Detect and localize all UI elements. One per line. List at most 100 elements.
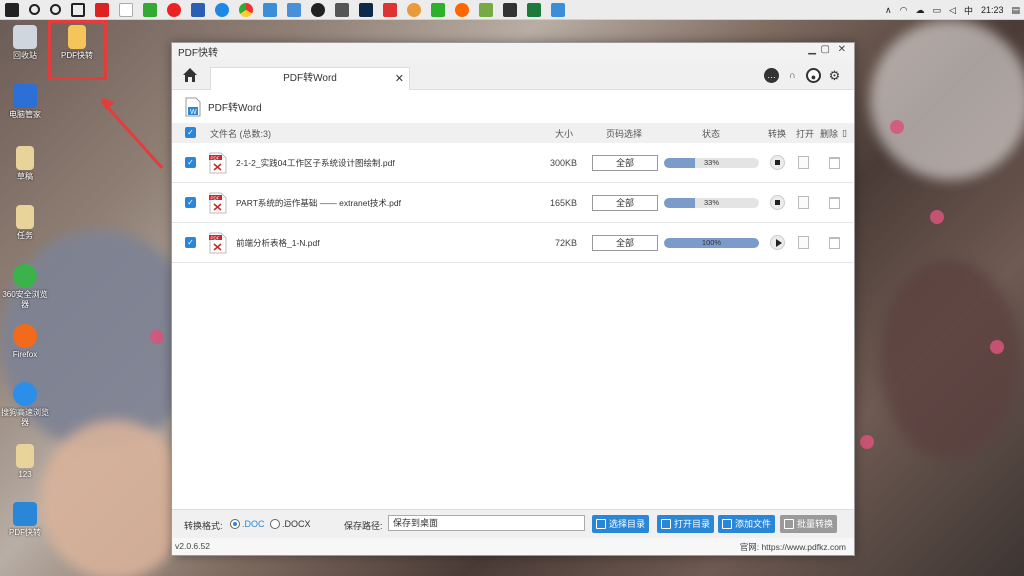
radio-doc-label[interactable]: .DOC bbox=[242, 519, 265, 529]
cloud-tray-icon[interactable]: ☁ bbox=[916, 5, 925, 16]
radio-docx[interactable] bbox=[270, 519, 280, 529]
stop-button[interactable] bbox=[770, 195, 785, 210]
table-row[interactable]: ✓ PDF 2-1-2_实践04工作区子系统设计图绘制.pdf 300KB 全部… bbox=[172, 143, 854, 183]
browser-icon[interactable] bbox=[95, 2, 109, 17]
svg-text:PDF: PDF bbox=[211, 155, 220, 160]
table-row[interactable]: ✓ PDF 前端分析表格_1-N.pdf 72KB 全部 100% bbox=[172, 223, 854, 263]
desktop-icon-sogou-browser[interactable]: 搜狗高速浏览器 bbox=[0, 382, 50, 428]
baidu-icon[interactable] bbox=[263, 2, 277, 17]
open-file-icon[interactable] bbox=[798, 236, 809, 249]
desktop-icon-recycle-bin[interactable]: 回收站 bbox=[0, 25, 50, 61]
status-bar: v2.0.6.52 官网: https://www.pdfkz.com bbox=[172, 538, 854, 555]
tool-icon[interactable] bbox=[287, 2, 301, 17]
wallpaper-blossom bbox=[990, 340, 1004, 354]
word-icon[interactable] bbox=[191, 2, 205, 17]
desktop-icon-123[interactable]: 123 bbox=[0, 444, 50, 480]
volume-icon[interactable]: ◁ bbox=[949, 5, 956, 16]
page-title: PDF转Word bbox=[208, 103, 262, 114]
vpn-icon[interactable] bbox=[503, 2, 517, 17]
play-button[interactable] bbox=[770, 235, 785, 250]
game-icon[interactable] bbox=[143, 2, 157, 17]
search-icon[interactable] bbox=[29, 4, 40, 15]
table-row[interactable]: ✓ PDF PART系统的运作基础 —— extranet技术.pdf 165K… bbox=[172, 183, 854, 223]
document-icon bbox=[16, 444, 34, 468]
firefox-icon bbox=[13, 324, 37, 348]
save-path-input[interactable]: 保存到桌面 bbox=[388, 515, 585, 531]
tab-pdf-to-word[interactable]: PDF转Word ✕ bbox=[210, 67, 410, 90]
delete-icon[interactable] bbox=[829, 196, 840, 209]
page-range-select[interactable]: 全部 bbox=[592, 234, 658, 251]
minimize-button[interactable]: ▁ bbox=[808, 44, 816, 55]
excel-icon[interactable] bbox=[527, 2, 541, 17]
start-icon[interactable] bbox=[5, 2, 19, 17]
notification-icon[interactable]: ▤ bbox=[1011, 5, 1020, 16]
open-file-icon[interactable] bbox=[798, 196, 809, 209]
row-checkbox[interactable]: ✓ bbox=[185, 237, 196, 248]
title-bar: PDF快转 bbox=[172, 43, 854, 60]
row-checkbox[interactable]: ✓ bbox=[185, 197, 196, 208]
column-size: 大小 bbox=[555, 128, 574, 139]
desktop-icon-task[interactable]: 任务 bbox=[0, 205, 50, 241]
radio-docx-label[interactable]: .DOCX bbox=[282, 519, 311, 529]
wallpaper-shape bbox=[40, 420, 190, 576]
desktop-icon-pc-manager[interactable]: 电脑管家 bbox=[0, 84, 50, 120]
radio-doc[interactable] bbox=[230, 519, 240, 529]
user-icon[interactable]: ● bbox=[806, 68, 821, 83]
weibo-icon[interactable] bbox=[167, 2, 181, 17]
row-checkbox[interactable]: ✓ bbox=[185, 157, 196, 168]
home-icon[interactable] bbox=[182, 67, 198, 83]
maximize-button[interactable]: ▢ bbox=[821, 44, 830, 55]
firefox-icon[interactable] bbox=[455, 2, 469, 17]
app-icon[interactable] bbox=[383, 2, 397, 17]
word-icon: W bbox=[184, 97, 202, 117]
page-range-select[interactable]: 全部 bbox=[592, 194, 658, 211]
column-status: 状态 bbox=[702, 128, 721, 139]
headset-icon[interactable]: ∩ bbox=[785, 68, 800, 83]
ime-indicator[interactable]: 中 bbox=[964, 4, 973, 17]
edge-icon[interactable] bbox=[215, 2, 229, 17]
desktop-icon-draft[interactable]: 草稿 bbox=[0, 146, 50, 182]
qq-icon[interactable] bbox=[311, 2, 325, 17]
website-text[interactable]: 官网: https://www.pdfkz.com bbox=[740, 541, 846, 553]
desktop-icon-pdf-kuaizhuan-app[interactable]: PDF快转 bbox=[0, 502, 50, 538]
face-icon[interactable] bbox=[407, 2, 421, 17]
cloud-icon[interactable] bbox=[551, 2, 565, 17]
add-file-button[interactable]: 添加文件 bbox=[718, 515, 776, 533]
app2-icon[interactable] bbox=[479, 2, 493, 17]
select-dir-button[interactable]: 选择目录 bbox=[592, 515, 650, 533]
select-all-checkbox[interactable]: ✓ bbox=[185, 127, 196, 138]
progress-bar: 33% bbox=[664, 197, 759, 208]
photoshop-icon[interactable] bbox=[359, 2, 373, 17]
highlight-box bbox=[48, 20, 107, 80]
toolbar: PDF转Word ✕ … ∩ ● ⚙ bbox=[172, 60, 854, 90]
tab-close-icon[interactable]: ✕ bbox=[395, 68, 404, 90]
wechat-icon[interactable] bbox=[431, 2, 445, 17]
desktop-icon-360-browser[interactable]: 360安全浏览器 bbox=[0, 264, 50, 310]
battery-icon[interactable]: ▭ bbox=[933, 5, 942, 16]
trash-icon[interactable]: ▯ bbox=[842, 128, 847, 139]
desktop-icon-firefox[interactable]: Firefox bbox=[0, 324, 50, 360]
wifi-icon[interactable]: ◠ bbox=[900, 5, 908, 16]
stop-button[interactable] bbox=[770, 155, 785, 170]
wallpaper-shape bbox=[870, 20, 1024, 180]
chevron-up-icon[interactable]: ∧ bbox=[885, 5, 892, 16]
delete-icon[interactable] bbox=[829, 156, 840, 169]
file-icon[interactable] bbox=[119, 2, 133, 17]
open-dir-button[interactable]: 打开目录 bbox=[657, 515, 715, 533]
taskview-icon[interactable] bbox=[71, 2, 85, 17]
page-range-select[interactable]: 全部 bbox=[592, 154, 658, 171]
svg-text:PDF: PDF bbox=[211, 235, 220, 240]
batch-convert-button[interactable]: 批量转换 bbox=[780, 515, 838, 533]
360-browser-icon bbox=[13, 264, 37, 288]
chat-icon[interactable]: … bbox=[764, 68, 779, 83]
wallpaper-blossom bbox=[150, 330, 164, 344]
chrome-icon[interactable] bbox=[239, 2, 253, 17]
delete-icon[interactable] bbox=[829, 236, 840, 249]
close-button[interactable]: ✕ bbox=[838, 44, 846, 55]
cortana-icon[interactable] bbox=[50, 4, 61, 15]
gear-icon[interactable]: ⚙ bbox=[827, 68, 842, 83]
taskmgr-icon[interactable] bbox=[335, 2, 349, 17]
open-file-icon[interactable] bbox=[798, 156, 809, 169]
pc-manager-icon bbox=[13, 84, 37, 108]
clock-time[interactable]: 21:23 bbox=[981, 5, 1004, 15]
